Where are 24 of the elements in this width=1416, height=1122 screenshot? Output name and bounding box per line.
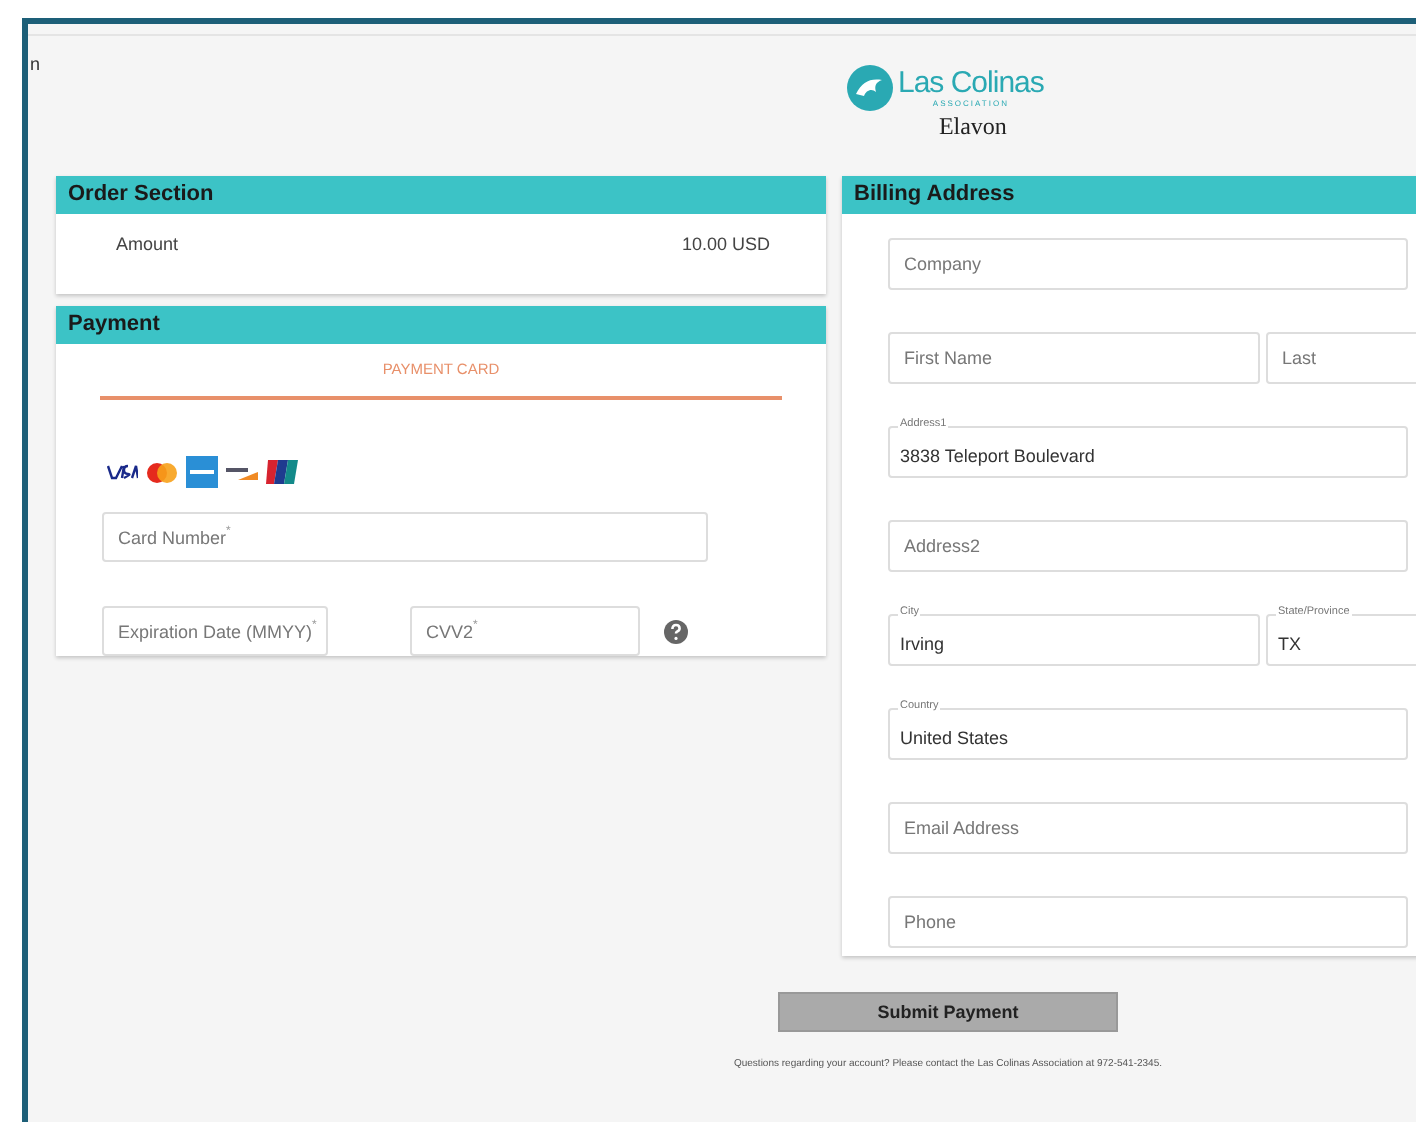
input-field[interactable]: Last <box>1266 332 1416 384</box>
panel-header: Billing Address <box>842 176 1416 214</box>
required-mark: * <box>312 620 317 632</box>
panel-header: Order Section <box>56 176 826 214</box>
submit-payment-button[interactable]: Submit Payment <box>778 992 1118 1032</box>
input-field[interactable]: Phone <box>888 896 1408 948</box>
expiration-date-field[interactable]: Expiration Date (MMYY)$^{*}$ <box>102 606 328 656</box>
input-field[interactable]: Company <box>888 238 1408 290</box>
required-mark: * <box>473 620 478 632</box>
required-mark: * <box>226 526 231 538</box>
partner-logo: Elavon <box>938 112 1007 142</box>
input-field[interactable]: Address2 <box>888 520 1408 572</box>
amount-label: Amount <box>116 234 179 258</box>
card-number-field[interactable]: Card Number$^{*}$ <box>102 512 708 562</box>
edge-text: n <box>30 54 41 74</box>
amount-value: 10.00 USD <box>681 234 770 258</box>
logo-name: Las Colinas <box>898 68 1044 98</box>
help-icon[interactable] <box>664 619 688 643</box>
mastercard-icon <box>146 461 178 483</box>
input-field[interactable]: First Name <box>888 332 1260 384</box>
visa-card-icon <box>106 464 138 480</box>
panel-header: Payment <box>56 306 826 344</box>
cvv-field[interactable]: CVV2$^{*}$ <box>410 606 640 656</box>
input-field[interactable]: Email Address <box>888 802 1408 854</box>
